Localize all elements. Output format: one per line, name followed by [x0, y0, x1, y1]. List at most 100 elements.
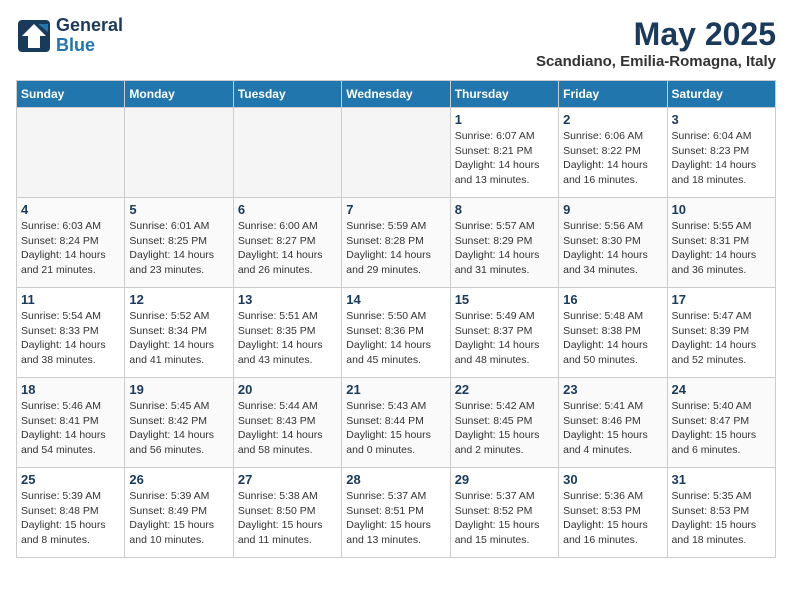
- calendar-cell: 13Sunrise: 5:51 AM Sunset: 8:35 PM Dayli…: [233, 288, 341, 378]
- calendar-cell: 29Sunrise: 5:37 AM Sunset: 8:52 PM Dayli…: [450, 468, 558, 558]
- calendar-cell: 27 Sunrise: 5:38 AM Sunset: 8:50 PM Dayli…: [233, 468, 341, 558]
- day-number: 12: [129, 292, 228, 307]
- calendar-cell: 31 Sunrise: 5:35 AM Sunset: 8:53 PM Dayli…: [667, 468, 775, 558]
- day-number: 23: [563, 382, 662, 397]
- calendar-week-row: 1 Sunrise: 6:07 AM Sunset: 8:21 PM Daylig…: [17, 108, 776, 198]
- page-header: General Blue May 2025 Scandiano, Emilia-…: [16, 16, 776, 70]
- calendar-cell: [233, 108, 341, 198]
- day-number: 22: [455, 382, 554, 397]
- calendar-cell: 5 Sunrise: 6:01 AM Sunset: 8:25 PM Daylig…: [125, 198, 233, 288]
- day-number: 26: [129, 472, 228, 487]
- day-info: Sunrise: 5:38 AM Sunset: 8:50 PM Dayligh…: [238, 489, 337, 548]
- day-number: 1: [455, 112, 554, 127]
- day-number: 31: [672, 472, 771, 487]
- calendar-cell: 10Sunrise: 5:55 AM Sunset: 8:31 PM Dayli…: [667, 198, 775, 288]
- calendar-week-row: 18Sunrise: 5:46 AM Sunset: 8:41 PM Dayli…: [17, 378, 776, 468]
- calendar-cell: 11 Sunrise: 5:54 AM Sunset: 8:33 PM Dayli…: [17, 288, 125, 378]
- day-number: 24: [672, 382, 771, 397]
- weekday-header: Sunday: [17, 81, 125, 108]
- weekday-header: Wednesday: [342, 81, 450, 108]
- day-number: 20: [238, 382, 337, 397]
- day-number: 21: [346, 382, 445, 397]
- day-info: Sunrise: 5:54 AM Sunset: 8:33 PM Dayligh…: [21, 309, 120, 368]
- calendar-cell: 14 Sunrise: 5:50 AM Sunset: 8:36 PM Dayli…: [342, 288, 450, 378]
- weekday-header: Tuesday: [233, 81, 341, 108]
- day-info: Sunrise: 5:45 AM Sunset: 8:42 PM Dayligh…: [129, 399, 228, 458]
- day-info: Sunrise: 5:35 AM Sunset: 8:53 PM Dayligh…: [672, 489, 771, 548]
- day-number: 16: [563, 292, 662, 307]
- calendar-cell: 18Sunrise: 5:46 AM Sunset: 8:41 PM Dayli…: [17, 378, 125, 468]
- day-info: Sunrise: 5:40 AM Sunset: 8:47 PM Dayligh…: [672, 399, 771, 458]
- day-number: 5: [129, 202, 228, 217]
- calendar-cell: 4 Sunrise: 6:03 AM Sunset: 8:24 PM Daylig…: [17, 198, 125, 288]
- day-number: 9: [563, 202, 662, 217]
- weekday-header: Saturday: [667, 81, 775, 108]
- day-info: Sunrise: 6:07 AM Sunset: 8:21 PM Dayligh…: [455, 129, 554, 188]
- day-info: Sunrise: 6:06 AM Sunset: 8:22 PM Dayligh…: [563, 129, 662, 188]
- calendar-cell: 8Sunrise: 5:57 AM Sunset: 8:29 PM Daylig…: [450, 198, 558, 288]
- calendar-cell: 20Sunrise: 5:44 AM Sunset: 8:43 PM Dayli…: [233, 378, 341, 468]
- calendar-cell: 15 Sunrise: 5:49 AM Sunset: 8:37 PM Dayli…: [450, 288, 558, 378]
- weekday-header: Thursday: [450, 81, 558, 108]
- day-info: Sunrise: 5:39 AM Sunset: 8:48 PM Dayligh…: [21, 489, 120, 548]
- calendar-cell: 22 Sunrise: 5:42 AM Sunset: 8:45 PM Dayli…: [450, 378, 558, 468]
- title-block: May 2025 Scandiano, Emilia-Romagna, Ital…: [536, 16, 776, 70]
- calendar-cell: 17 Sunrise: 5:47 AM Sunset: 8:39 PM Dayli…: [667, 288, 775, 378]
- logo: General Blue: [16, 16, 123, 56]
- calendar-table: SundayMondayTuesdayWednesdayThursdayFrid…: [16, 80, 776, 558]
- calendar-cell: 23Sunrise: 5:41 AM Sunset: 8:46 PM Dayli…: [559, 378, 667, 468]
- location-title: Scandiano, Emilia-Romagna, Italy: [536, 53, 776, 70]
- day-info: Sunrise: 5:50 AM Sunset: 8:36 PM Dayligh…: [346, 309, 445, 368]
- day-info: Sunrise: 5:37 AM Sunset: 8:51 PM Dayligh…: [346, 489, 445, 548]
- day-info: Sunrise: 6:00 AM Sunset: 8:27 PM Dayligh…: [238, 219, 337, 278]
- day-number: 13: [238, 292, 337, 307]
- calendar-cell: 9 Sunrise: 5:56 AM Sunset: 8:30 PM Daylig…: [559, 198, 667, 288]
- day-number: 17: [672, 292, 771, 307]
- day-info: Sunrise: 5:39 AM Sunset: 8:49 PM Dayligh…: [129, 489, 228, 548]
- calendar-cell: 7 Sunrise: 5:59 AM Sunset: 8:28 PM Daylig…: [342, 198, 450, 288]
- day-info: Sunrise: 5:57 AM Sunset: 8:29 PM Dayligh…: [455, 219, 554, 278]
- calendar-cell: 6 Sunrise: 6:00 AM Sunset: 8:27 PM Daylig…: [233, 198, 341, 288]
- day-number: 6: [238, 202, 337, 217]
- day-number: 2: [563, 112, 662, 127]
- calendar-cell: 24 Sunrise: 5:40 AM Sunset: 8:47 PM Dayli…: [667, 378, 775, 468]
- day-number: 3: [672, 112, 771, 127]
- day-info: Sunrise: 5:43 AM Sunset: 8:44 PM Dayligh…: [346, 399, 445, 458]
- calendar-cell: 19 Sunrise: 5:45 AM Sunset: 8:42 PM Dayli…: [125, 378, 233, 468]
- weekday-header: Friday: [559, 81, 667, 108]
- day-number: 29: [455, 472, 554, 487]
- calendar-cell: [17, 108, 125, 198]
- calendar-cell: 3 Sunrise: 6:04 AM Sunset: 8:23 PM Daylig…: [667, 108, 775, 198]
- calendar-cell: 30Sunrise: 5:36 AM Sunset: 8:53 PM Dayli…: [559, 468, 667, 558]
- logo-icon: [16, 18, 52, 54]
- weekday-header: Monday: [125, 81, 233, 108]
- day-number: 19: [129, 382, 228, 397]
- day-number: 14: [346, 292, 445, 307]
- day-info: Sunrise: 5:36 AM Sunset: 8:53 PM Dayligh…: [563, 489, 662, 548]
- calendar-cell: 25Sunrise: 5:39 AM Sunset: 8:48 PM Dayli…: [17, 468, 125, 558]
- calendar-cell: 21 Sunrise: 5:43 AM Sunset: 8:44 PM Dayli…: [342, 378, 450, 468]
- day-info: Sunrise: 5:56 AM Sunset: 8:30 PM Dayligh…: [563, 219, 662, 278]
- day-number: 7: [346, 202, 445, 217]
- day-info: Sunrise: 5:49 AM Sunset: 8:37 PM Dayligh…: [455, 309, 554, 368]
- day-number: 18: [21, 382, 120, 397]
- day-number: 4: [21, 202, 120, 217]
- logo-text: General Blue: [56, 16, 123, 56]
- day-number: 27: [238, 472, 337, 487]
- day-info: Sunrise: 6:04 AM Sunset: 8:23 PM Dayligh…: [672, 129, 771, 188]
- calendar-cell: 12 Sunrise: 5:52 AM Sunset: 8:34 PM Dayli…: [125, 288, 233, 378]
- calendar-cell: 2 Sunrise: 6:06 AM Sunset: 8:22 PM Daylig…: [559, 108, 667, 198]
- month-title: May 2025: [536, 16, 776, 53]
- day-number: 10: [672, 202, 771, 217]
- calendar-cell: 1 Sunrise: 6:07 AM Sunset: 8:21 PM Daylig…: [450, 108, 558, 198]
- day-info: Sunrise: 5:48 AM Sunset: 8:38 PM Dayligh…: [563, 309, 662, 368]
- day-info: Sunrise: 5:42 AM Sunset: 8:45 PM Dayligh…: [455, 399, 554, 458]
- day-info: Sunrise: 6:01 AM Sunset: 8:25 PM Dayligh…: [129, 219, 228, 278]
- day-number: 15: [455, 292, 554, 307]
- day-number: 11: [21, 292, 120, 307]
- day-info: Sunrise: 5:47 AM Sunset: 8:39 PM Dayligh…: [672, 309, 771, 368]
- day-info: Sunrise: 5:59 AM Sunset: 8:28 PM Dayligh…: [346, 219, 445, 278]
- day-info: Sunrise: 6:03 AM Sunset: 8:24 PM Dayligh…: [21, 219, 120, 278]
- day-info: Sunrise: 5:52 AM Sunset: 8:34 PM Dayligh…: [129, 309, 228, 368]
- calendar-week-row: 25Sunrise: 5:39 AM Sunset: 8:48 PM Dayli…: [17, 468, 776, 558]
